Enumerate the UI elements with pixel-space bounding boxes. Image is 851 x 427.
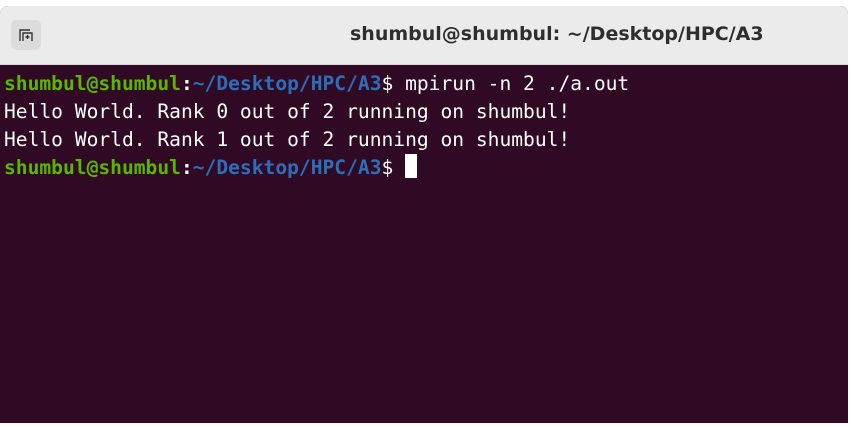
title-bar: shumbul@shumbul: ~/Desktop/HPC/A3	[0, 6, 848, 65]
prompt-user-host: shumbul@shumbul	[4, 72, 181, 95]
terminal-window: shumbul@shumbul: ~/Desktop/HPC/A3 shumbu…	[0, 6, 848, 423]
terminal-output[interactable]: shumbul@shumbul:~/Desktop/HPC/A3$ mpirun…	[0, 65, 848, 182]
output-line: Hello World. Rank 1 out of 2 running on …	[4, 128, 571, 151]
prompt-symbol: $	[381, 156, 394, 179]
new-tab-icon	[19, 29, 33, 41]
new-tab-button[interactable]	[11, 20, 41, 50]
command-line: shumbul@shumbul:~/Desktop/HPC/A3$ mpirun…	[4, 70, 848, 98]
prompt-separator: :	[180, 156, 193, 179]
command-text: mpirun -n 2 ./a.out	[393, 72, 630, 95]
output-line: Hello World. Rank 0 out of 2 running on …	[4, 100, 571, 123]
window-title: shumbul@shumbul: ~/Desktop/HPC/A3	[350, 23, 764, 45]
prompt-separator: :	[180, 72, 193, 95]
prompt-path: ~/Desktop/HPC/A3	[192, 72, 382, 95]
prompt-user-host: shumbul@shumbul	[4, 156, 181, 179]
text-cursor	[405, 154, 418, 178]
prompt-line: shumbul@shumbul:~/Desktop/HPC/A3$	[4, 154, 848, 182]
prompt-path: ~/Desktop/HPC/A3	[192, 156, 382, 179]
prompt-symbol: $	[381, 72, 394, 95]
